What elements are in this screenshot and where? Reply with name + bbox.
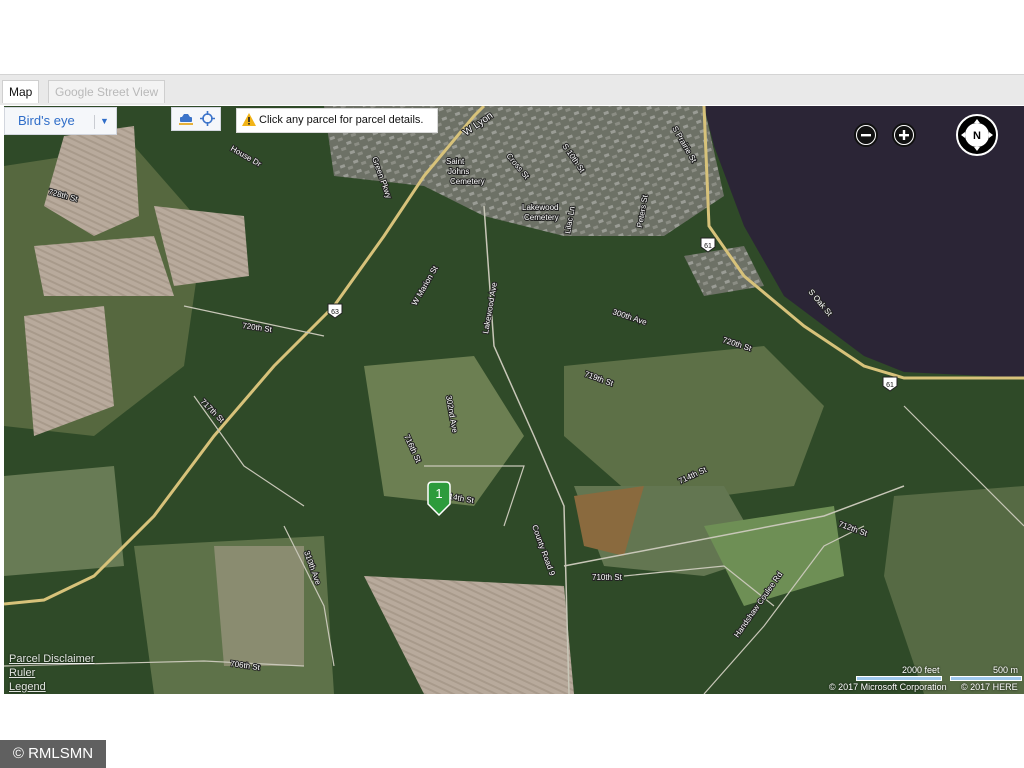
ruler-link[interactable]: Ruler <box>9 666 95 680</box>
road-label: Johns <box>448 167 469 176</box>
tab-map[interactable]: Map <box>2 80 40 103</box>
scale-meters-label: 500 m <box>993 665 1019 675</box>
rmlsmn-watermark: © RMLSMN <box>0 740 106 768</box>
legend-link[interactable]: Legend <box>9 680 95 694</box>
copyright-here: © 2017 HERE <box>961 682 1018 692</box>
minus-icon <box>857 126 875 144</box>
aerial-map[interactable]: 61 61 63 W Lyon House Dr Green Pkwy 728t… <box>4 106 1024 694</box>
compass-rotate-control[interactable]: N <box>956 114 998 156</box>
map-tools <box>171 107 221 131</box>
warning-icon <box>242 113 256 126</box>
parcel-disclaimer-link[interactable]: Parcel Disclaimer <box>9 652 95 666</box>
map-side-links: Parcel Disclaimer Ruler Legend <box>9 652 95 694</box>
road-label: Cemetery <box>524 213 559 222</box>
divider <box>94 115 95 129</box>
highway-shield-label: 61 <box>704 243 712 250</box>
zoom-out-button[interactable] <box>854 123 878 147</box>
road-label: Cemetery <box>450 177 485 186</box>
chevron-down-icon[interactable]: ▼ <box>100 108 109 134</box>
tab-google-street-view[interactable]: Google Street View <box>48 80 166 103</box>
highway-shield-label: 63 <box>331 309 339 316</box>
road-label: 710th St <box>592 573 623 582</box>
scale-bar-feet <box>856 676 942 681</box>
notice-text: Click any parcel for parcel details. <box>259 114 424 126</box>
pin-label: 1 <box>435 486 443 501</box>
scale-bar-meters <box>950 676 1022 681</box>
road-label: Saint <box>446 157 465 166</box>
parcel-notice: Click any parcel for parcel details. <box>236 108 438 133</box>
zoom-in-button[interactable] <box>892 123 916 147</box>
birds-eye-dropdown[interactable]: Bird's eye ▼ <box>4 107 117 135</box>
property-pin-marker[interactable]: 1 <box>425 480 453 516</box>
locate-crosshair-icon[interactable] <box>200 111 215 126</box>
birds-eye-label: Bird's eye <box>18 113 75 128</box>
highway-shield-label: 61 <box>886 382 894 389</box>
plus-icon <box>895 126 913 144</box>
car-traffic-icon[interactable] <box>178 112 194 126</box>
copyright-microsoft: © 2017 Microsoft Corporation <box>829 682 947 692</box>
road-label: Lakewood <box>522 203 558 212</box>
compass-icon: N <box>961 119 993 151</box>
svg-text:N: N <box>973 130 981 142</box>
scale-feet-label: 2000 feet <box>902 665 940 675</box>
tab-bar: Map Google Street View <box>0 74 1024 105</box>
